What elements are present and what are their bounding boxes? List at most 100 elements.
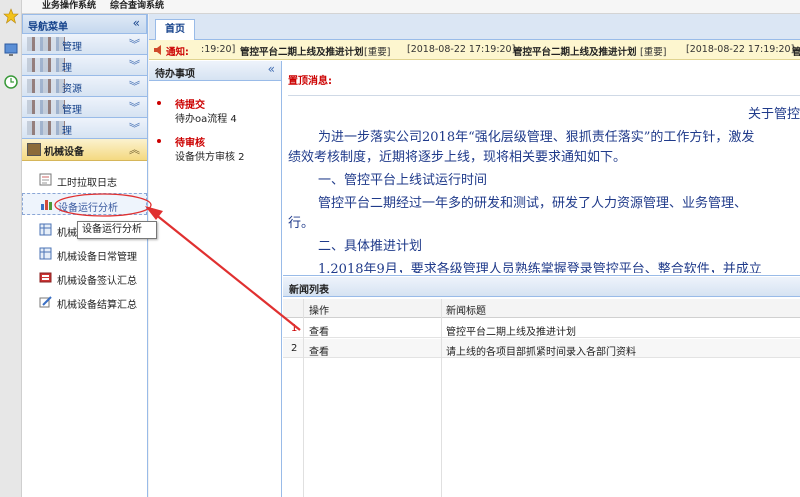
grid-header: 操作 新闻标题 [283, 299, 800, 318]
announcement-line: 二、具体推进计划 [318, 239, 423, 254]
collapse-icon[interactable]: « [268, 62, 275, 76]
notice-ticker: 通知: :19:20] 管控平台二期上线及推进计划 [重要] [2018-08-… [149, 40, 800, 60]
tooltip: 设备运行分析 [77, 221, 157, 239]
sub-item-equipment-analysis[interactable]: 设备运行分析 [22, 193, 147, 215]
todo-title: 待办事项 [155, 69, 195, 80]
view-link[interactable]: 查看 [309, 343, 329, 358]
top-menu-bar: 业务操作系统 综合查询系统 [0, 0, 800, 14]
star-icon[interactable] [3, 8, 19, 24]
ticker-title[interactable]: 管控平台二期上线及推进计划 [240, 44, 364, 58]
news-title-cell[interactable]: 请上线的各项目部抓紧时间录入各部门资料 [446, 343, 636, 358]
blurred-icon [27, 58, 65, 72]
todo-section-title: 待提交 [175, 100, 205, 111]
nav-group-4[interactable]: 管理 ︾ [22, 97, 147, 118]
announcement-body: 关于管控 为进一步落实公司2018年“强化层级管理、狠抓责任落实”的工作方针，激… [288, 95, 800, 273]
table-icon [39, 247, 52, 260]
sub-item-label: 工时拉取日志 [57, 178, 117, 189]
pinned-announcement: 置顶消息: 关于管控 为进一步落实公司2018年“强化层级管理、狠抓责任落实”的… [283, 61, 800, 276]
nav-group-label: 管理 [62, 42, 82, 53]
sub-item-label: 设备运行分析 [58, 203, 118, 214]
table-row[interactable]: 1 查看 管控平台二期上线及推进计划 [283, 319, 800, 338]
blurred-icon [27, 100, 65, 114]
announcement-title: 关于管控 [748, 107, 800, 122]
row-number: 2 [291, 343, 298, 354]
todo-header: 待办事项 « [149, 61, 281, 81]
edit-icon [39, 296, 52, 308]
nav-group-2[interactable]: 理 ︾ [22, 55, 147, 76]
ticker-title[interactable]: 管控平台二 [792, 44, 800, 58]
todo-section-title: 待审核 [175, 138, 205, 149]
pinned-label: 置顶消息: [288, 76, 332, 87]
announcement-line: 行。 [288, 216, 315, 231]
ticker-time: [2018-08-22 17:19:20] [686, 44, 795, 55]
announcement-line: 绩效考核制度，近期将逐步上线，现将相关要求通知如下。 [288, 150, 627, 165]
bullet-icon [157, 139, 161, 143]
menu-business-system[interactable]: 业务操作系统 [42, 0, 96, 12]
nav-group-label: 机械设备 [44, 147, 84, 158]
collapse-icon[interactable]: « [133, 16, 140, 30]
ticker-time: [2018-08-22 17:19:20] [407, 44, 516, 55]
news-header: 新闻列表 [283, 277, 800, 297]
clock-icon[interactable] [3, 74, 19, 90]
tab-home[interactable]: 首页 [155, 19, 195, 40]
sub-item-daily-management[interactable]: 机械设备日常管理 [22, 243, 147, 265]
nav-group-1[interactable]: 管理 ︾ [22, 34, 147, 55]
todo-panel: 待办事项 « 待提交 待办oa流程 4 待审核 设备供方审核 2 [149, 61, 282, 497]
sub-item-label: 机械设备结算汇总 [57, 300, 137, 311]
sub-item-settlement-summary[interactable]: 机械设备结算汇总 [22, 291, 147, 313]
announcement-line: 管控平台二期经过一年多的研发和测试，研发了人力资源管理、业务管理、 [318, 196, 748, 211]
ticker-tag: [重要] [640, 47, 667, 58]
stamp-icon [39, 272, 52, 283]
nav-group-5[interactable]: 理 ︾ [22, 118, 147, 139]
blurred-icon [27, 79, 65, 93]
column-header-action[interactable]: 操作 [309, 302, 329, 317]
nav-sidebar: 导航菜单 « 管理 ︾ 理 ︾ 资源 ︾ 管理 ︾ 理 ︾ 机械设备 ︽ 工时拉取日志 设… [22, 14, 148, 497]
nav-group-machinery[interactable]: 机械设备 ︽ [22, 139, 147, 161]
icon-rail [0, 0, 22, 497]
sub-item-label: 机械 [57, 228, 77, 239]
column-header-title[interactable]: 新闻标题 [446, 302, 486, 317]
row-number: 1 [291, 323, 298, 334]
monitor-icon[interactable] [3, 42, 19, 58]
chevron-down-icon[interactable]: ︾ [129, 99, 140, 115]
announcement-line: 一、管控平台上线试运行时间 [318, 173, 488, 188]
sub-item-work-log[interactable]: 工时拉取日志 [22, 169, 147, 191]
nav-group-label: 管理 [62, 105, 82, 116]
news-title-cell[interactable]: 管控平台二期上线及推进计划 [446, 323, 576, 338]
chevron-down-icon[interactable]: ︾ [129, 36, 140, 52]
bar-chart-icon [41, 200, 52, 210]
table-row[interactable]: 2 查看 请上线的各项目部抓紧时间录入各部门资料 [283, 339, 800, 358]
chevron-up-icon[interactable]: ︽ [129, 141, 140, 157]
ticker-notice-label: 通知: [166, 47, 189, 58]
main-area: 首页 通知: :19:20] 管控平台二期上线及推进计划 [重要] [2018-… [149, 14, 800, 497]
chevron-down-icon[interactable]: ︾ [129, 57, 140, 73]
machinery-icon [27, 143, 41, 156]
document-icon [39, 173, 52, 186]
sub-item-sign-summary[interactable]: 机械设备签认汇总 [22, 267, 147, 289]
ticker-title[interactable]: 管控平台二期上线及推进计划 [513, 44, 637, 58]
todo-item[interactable]: 设备供方审核 2 [175, 148, 245, 163]
view-link[interactable]: 查看 [309, 323, 329, 338]
news-list-panel: 新闻列表 操作 新闻标题 1 查看 管控平台二期上线及推进计划 2 查看 请上线… [283, 277, 800, 497]
sub-item-label: 机械设备日常管理 [57, 252, 137, 263]
nav-group-3[interactable]: 资源 ︾ [22, 76, 147, 97]
column-divider [441, 299, 442, 497]
ticker-time: :19:20] [201, 44, 236, 55]
table-icon [39, 223, 52, 236]
chevron-down-icon[interactable]: ︾ [129, 78, 140, 94]
ticker-tag: [重要] [364, 47, 391, 58]
speaker-icon [154, 45, 161, 55]
nav-title: 导航菜单 [28, 22, 68, 33]
menu-query-system[interactable]: 综合查询系统 [110, 0, 164, 12]
blurred-icon [27, 121, 65, 135]
nav-group-label: 理 [62, 126, 72, 137]
todo-item[interactable]: 待办oa流程 4 [175, 110, 237, 125]
announcement-line: 1.2018年9月，要求各级管理人员熟练掌握登录管控平台、整合软件，并成立 [318, 262, 762, 273]
sub-item-label: 机械设备签认汇总 [57, 276, 137, 287]
chevron-down-icon[interactable]: ︾ [129, 120, 140, 136]
nav-group-label: 资源 [62, 84, 82, 95]
column-divider [303, 299, 304, 497]
nav-group-label: 理 [62, 63, 72, 74]
tab-bar: 首页 [149, 14, 800, 40]
news-title: 新闻列表 [289, 285, 329, 296]
